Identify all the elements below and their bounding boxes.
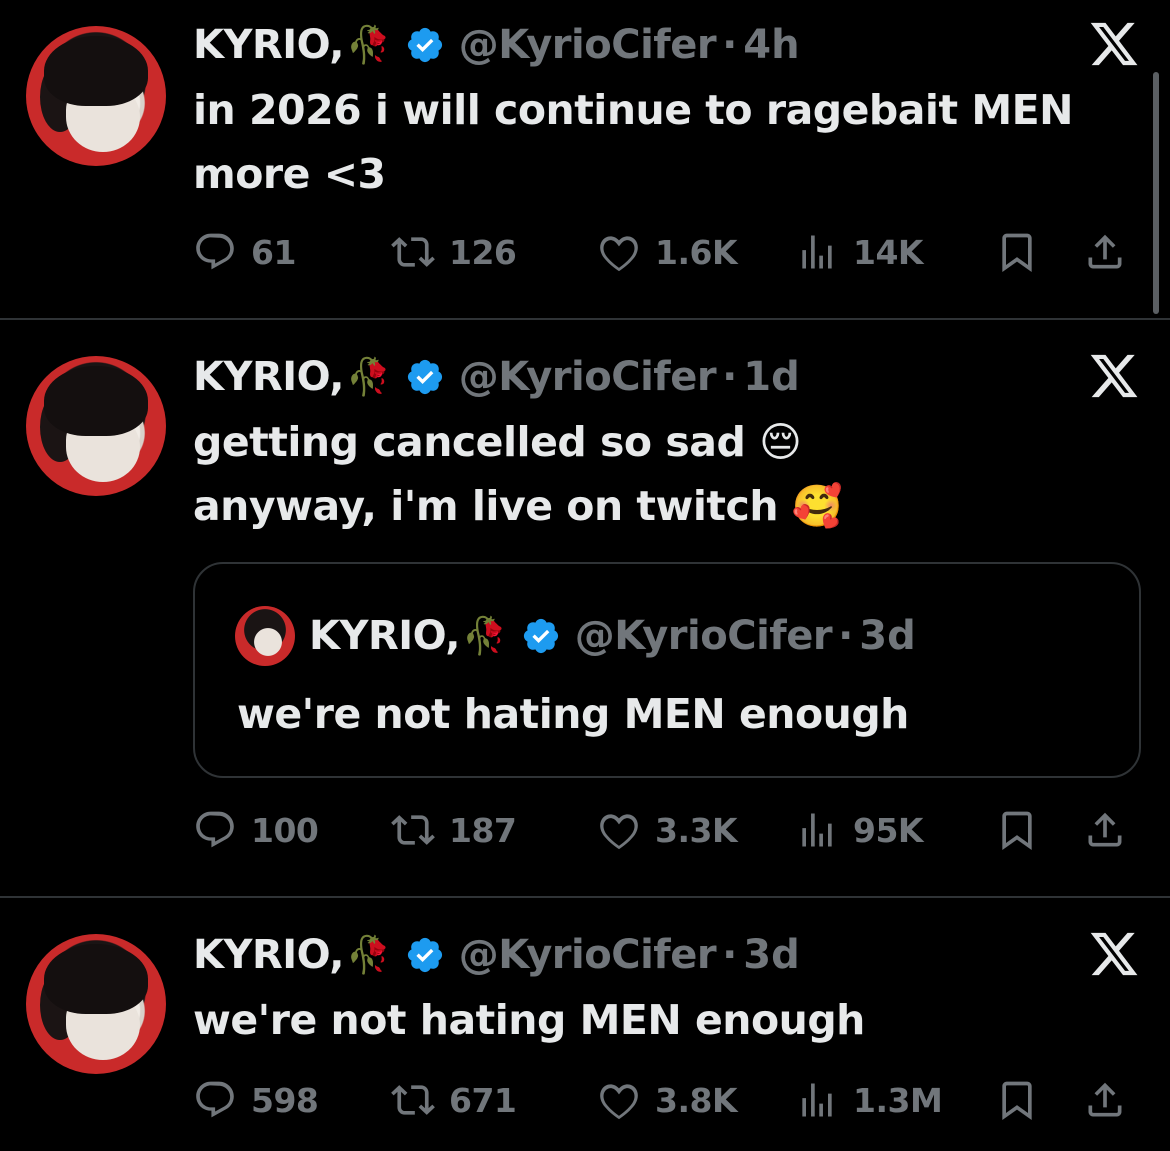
timestamp[interactable]: 1d <box>743 354 799 400</box>
views-icon <box>795 1078 839 1122</box>
timestamp[interactable]: 4h <box>743 22 799 68</box>
separator: · <box>722 354 738 400</box>
reply-button[interactable]: 61 <box>193 224 296 280</box>
tweet-text: getting cancelled so sad 😔 anyway, i'm l… <box>193 410 1133 538</box>
action-bar: 100 187 3.3K 95K <box>193 802 1143 858</box>
share-button[interactable] <box>1083 224 1141 280</box>
verified-icon <box>521 616 561 656</box>
quoted-text: we're not hating MEN enough <box>237 690 909 738</box>
verified-icon <box>405 935 445 975</box>
quoted-avatar <box>235 606 295 666</box>
avatar[interactable] <box>26 356 166 496</box>
quoted-display-name: KYRIO, <box>309 613 460 659</box>
tweet-text-line: in 2026 i will continue to ragebait MEN <box>193 86 1073 134</box>
tweet-text-line: more <3 <box>193 150 386 198</box>
share-button[interactable] <box>1083 1072 1141 1128</box>
repost-button[interactable]: 187 <box>391 802 517 858</box>
views-icon <box>795 230 839 274</box>
tweet-2[interactable]: KYRIO, 🥀 @KyrioCifer · 1d getting cancel… <box>0 320 1170 896</box>
verified-icon <box>405 25 445 65</box>
like-icon <box>597 808 641 852</box>
like-icon <box>597 1078 641 1122</box>
x-logo-icon <box>1088 350 1140 402</box>
share-button[interactable] <box>1083 802 1141 858</box>
bookmark-button[interactable] <box>995 224 1053 280</box>
share-icon <box>1083 808 1127 852</box>
reply-button[interactable]: 100 <box>193 802 319 858</box>
reply-count: 598 <box>251 1080 319 1120</box>
quoted-tweet[interactable]: KYRIO, 🥀 @KyrioCifer · 3d we're not hati… <box>193 562 1141 778</box>
handle[interactable]: @KyrioCifer <box>459 22 717 68</box>
timestamp[interactable]: 3d <box>743 932 799 978</box>
rose-emoji: 🥀 <box>345 357 391 398</box>
action-bar: 598 671 3.8K 1.3M <box>193 1072 1143 1128</box>
quoted-header: KYRIO, 🥀 @KyrioCifer · 3d <box>309 606 916 666</box>
avatar[interactable] <box>26 934 166 1074</box>
separator: · <box>722 932 738 978</box>
tweet-header: KYRIO, 🥀 @KyrioCifer · 3d <box>193 930 800 980</box>
repost-count: 671 <box>449 1080 517 1120</box>
repost-button[interactable]: 126 <box>391 224 517 280</box>
handle[interactable]: @KyrioCifer <box>459 354 717 400</box>
bookmark-icon <box>995 230 1039 274</box>
repost-icon <box>391 230 435 274</box>
views-count: 1.3M <box>853 1080 943 1120</box>
quoted-timestamp: 3d <box>859 613 916 659</box>
like-count: 1.6K <box>655 232 738 272</box>
tweet-header: KYRIO, 🥀 @KyrioCifer · 1d <box>193 352 800 402</box>
like-count: 3.8K <box>655 1080 738 1120</box>
quoted-handle: @KyrioCifer <box>574 613 833 659</box>
reply-icon <box>193 1078 237 1122</box>
rose-emoji: 🥀 <box>461 616 507 657</box>
tweet-text-line: anyway, i'm live on twitch 🥰 <box>193 482 843 530</box>
tweet-text: in 2026 i will continue to ragebait MEN … <box>193 78 1133 206</box>
views-button[interactable]: 14K <box>795 224 924 280</box>
tweet-text: we're not hating MEN enough <box>193 988 1133 1052</box>
handle[interactable]: @KyrioCifer <box>459 932 717 978</box>
separator: · <box>722 22 738 68</box>
share-icon <box>1083 230 1127 274</box>
display-name[interactable]: KYRIO, <box>193 932 344 978</box>
repost-count: 187 <box>449 810 517 850</box>
tweet-3[interactable]: KYRIO, 🥀 @KyrioCifer · 3d we're not hati… <box>0 898 1170 1151</box>
like-button[interactable]: 3.8K <box>597 1072 738 1128</box>
reply-icon <box>193 808 237 852</box>
like-button[interactable]: 1.6K <box>597 224 738 280</box>
repost-count: 126 <box>449 232 517 272</box>
like-button[interactable]: 3.3K <box>597 802 738 858</box>
tweet-text-line: we're not hating MEN enough <box>193 996 865 1044</box>
verified-icon <box>405 357 445 397</box>
views-button[interactable]: 1.3M <box>795 1072 943 1128</box>
views-button[interactable]: 95K <box>795 802 924 858</box>
bookmark-button[interactable] <box>995 802 1053 858</box>
reply-icon <box>193 230 237 274</box>
reply-count: 61 <box>251 232 296 272</box>
display-name[interactable]: KYRIO, <box>193 22 344 68</box>
avatar[interactable] <box>26 26 166 166</box>
rose-emoji: 🥀 <box>345 25 391 66</box>
repost-button[interactable]: 671 <box>391 1072 517 1128</box>
views-count: 14K <box>853 232 924 272</box>
x-logo-icon <box>1088 18 1140 70</box>
tweet-text-line: getting cancelled so sad 😔 <box>193 418 802 466</box>
bookmark-button[interactable] <box>995 1072 1053 1128</box>
like-count: 3.3K <box>655 810 738 850</box>
reply-button[interactable]: 598 <box>193 1072 319 1128</box>
repost-icon <box>391 1078 435 1122</box>
separator: · <box>838 613 854 659</box>
views-count: 95K <box>853 810 924 850</box>
bookmark-icon <box>995 808 1039 852</box>
tweet-1[interactable]: KYRIO, 🥀 @KyrioCifer · 4h in 2026 i will… <box>0 0 1170 318</box>
tweet-header: KYRIO, 🥀 @KyrioCifer · 4h <box>193 20 800 70</box>
rose-emoji: 🥀 <box>345 935 391 976</box>
reply-count: 100 <box>251 810 319 850</box>
x-logo-icon <box>1088 928 1140 980</box>
repost-icon <box>391 808 435 852</box>
views-icon <box>795 808 839 852</box>
bookmark-icon <box>995 1078 1039 1122</box>
action-bar: 61 126 1.6K 14K <box>193 224 1143 280</box>
share-icon <box>1083 1078 1127 1122</box>
display-name[interactable]: KYRIO, <box>193 354 344 400</box>
like-icon <box>597 230 641 274</box>
